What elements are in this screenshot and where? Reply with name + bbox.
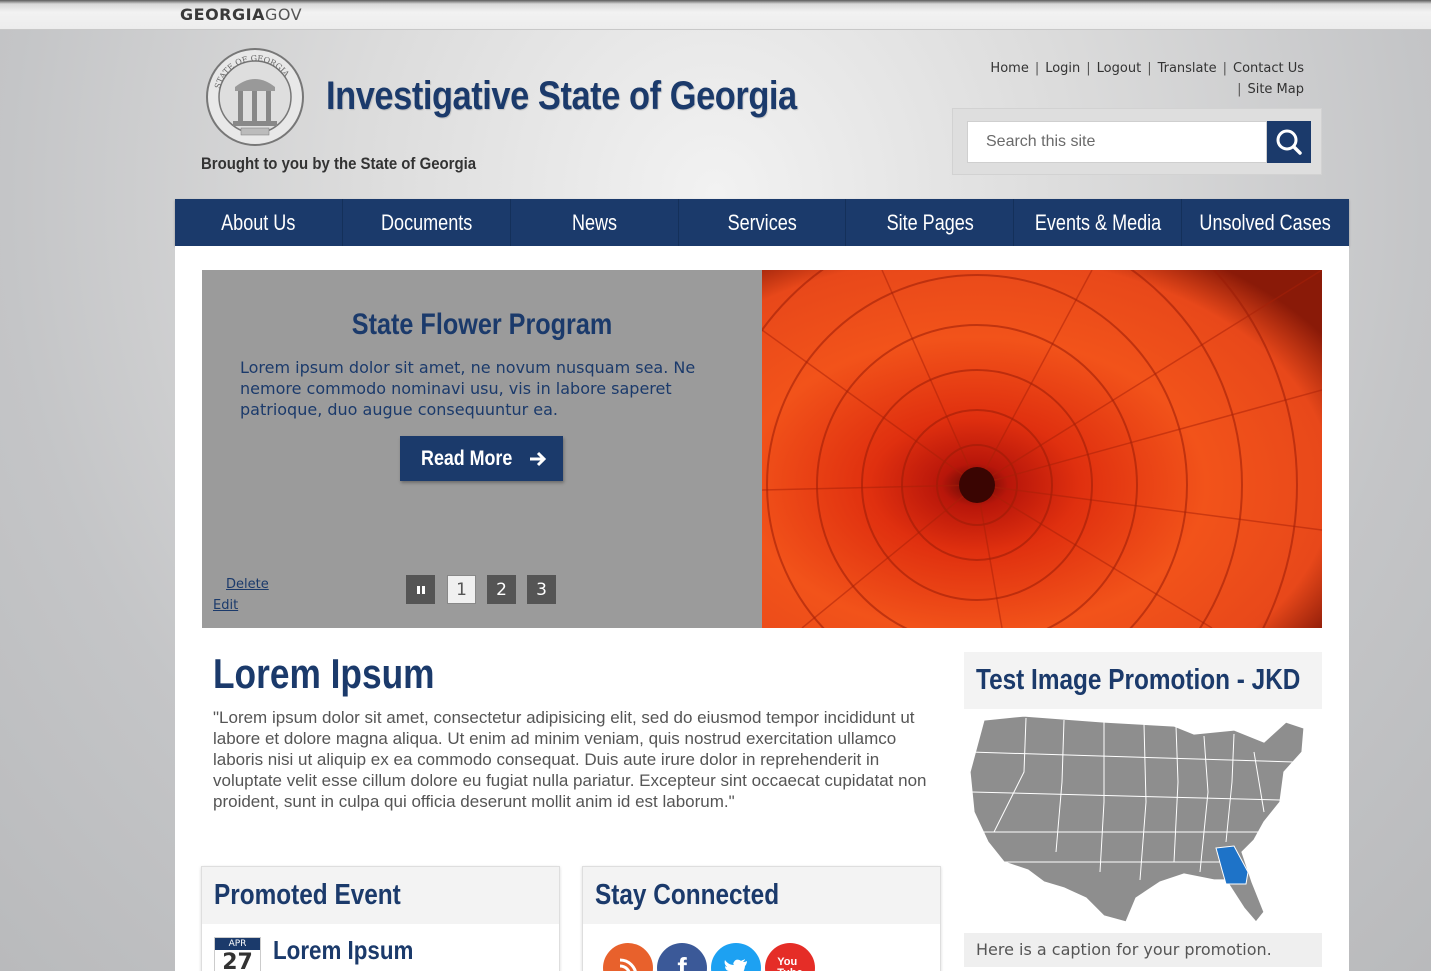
state-seal-icon[interactable]: STATE OF GEORGIA [205, 47, 305, 147]
main-text: "Lorem ipsum dolor sit amet, consectetur… [213, 708, 927, 811]
calendar-date-badge: APR 27 [214, 937, 261, 971]
youtube-icon[interactable]: YouTube [765, 943, 815, 971]
contact-us-link[interactable]: Contact Us [1233, 61, 1304, 76]
pause-icon [416, 585, 425, 594]
nav-about-us[interactable]: About Us [175, 199, 343, 246]
search-input[interactable] [967, 121, 1267, 163]
nav-news[interactable]: News [511, 199, 679, 246]
site-title[interactable]: Investigative State of Georgia [326, 74, 797, 119]
event-month: APR [215, 938, 260, 950]
slide-text: Lorem ipsum dolor sit amet, ne novum nus… [240, 358, 696, 419]
slider-pause-button[interactable] [406, 575, 435, 604]
facebook-icon[interactable]: f [657, 943, 707, 971]
nav-documents[interactable]: Documents [343, 199, 511, 246]
translate-link[interactable]: Translate [1158, 61, 1217, 76]
slider-page-2[interactable]: 2 [487, 575, 516, 604]
read-more-button[interactable]: Read More [400, 436, 563, 481]
search-box [952, 108, 1322, 175]
site-tagline: Brought to you by the State of Georgia [201, 154, 477, 173]
main-heading: Lorem Ipsum [213, 650, 435, 697]
georgia-gov-bar: GEORGIAGOV [0, 0, 1431, 30]
utility-links: Home | Login | Logout | Translate | Contact Us |… [990, 61, 1304, 97]
hero-flower-image [762, 270, 1322, 628]
promoted-event-heading: Promoted Event [202, 867, 559, 924]
nav-unsolved-cases[interactable]: Unsolved Cases [1182, 199, 1349, 246]
promotion-heading: Test Image Promotion - JKD [964, 652, 1322, 709]
stay-connected-card: Stay Connected f YouTube [582, 866, 941, 971]
slide-title: State Flower Program [351, 308, 613, 341]
nav-services[interactable]: Services [679, 199, 847, 246]
rss-icon[interactable] [603, 943, 653, 971]
promotion-caption: Here is a caption for your promotion. [964, 933, 1322, 967]
arrow-right-icon [530, 451, 547, 466]
search-icon [1276, 129, 1302, 155]
stay-connected-heading: Stay Connected [583, 867, 940, 924]
delete-link[interactable]: Delete [226, 577, 269, 592]
login-link[interactable]: Login [1045, 61, 1080, 76]
nav-events-media[interactable]: Events & Media [1014, 199, 1183, 246]
logout-link[interactable]: Logout [1097, 61, 1142, 76]
slider-page-3[interactable]: 3 [527, 575, 556, 604]
event-day: 27 [222, 950, 253, 971]
site-map-link[interactable]: Site Map [1247, 82, 1304, 97]
georgia-gov-logo[interactable]: GEORGIAGOV [180, 5, 302, 24]
main-navigation: About Us Documents News Services Site Pa… [175, 199, 1349, 246]
event-title-link[interactable]: Lorem Ipsum [273, 935, 413, 966]
slider-page-1[interactable]: 1 [447, 575, 476, 604]
edit-link[interactable]: Edit [213, 598, 238, 613]
promoted-event-card: Promoted Event APR 27 Lorem Ipsum [201, 866, 560, 971]
us-map-image[interactable] [964, 712, 1322, 930]
search-button[interactable] [1267, 121, 1311, 163]
twitter-icon[interactable] [711, 943, 761, 971]
home-link[interactable]: Home [990, 61, 1028, 76]
nav-site-pages[interactable]: Site Pages [846, 199, 1015, 246]
